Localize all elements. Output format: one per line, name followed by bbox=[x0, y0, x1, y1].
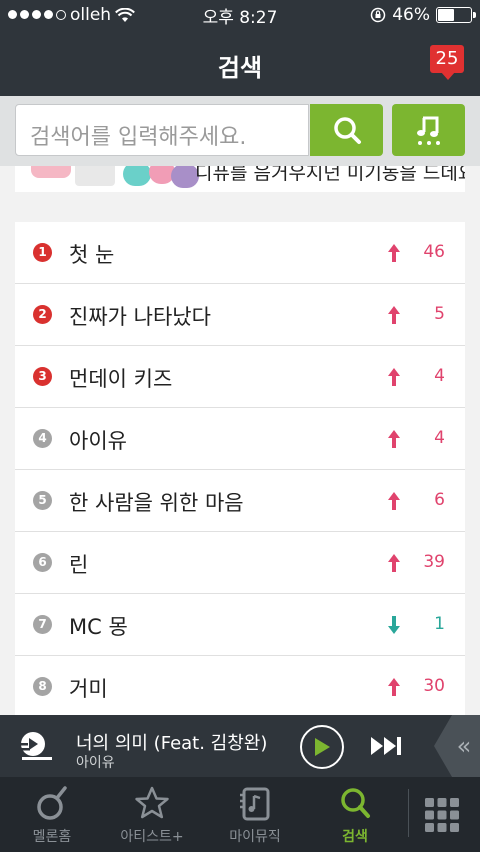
trend-up-icon bbox=[388, 492, 400, 510]
macaron-image bbox=[123, 166, 151, 186]
ranking-row[interactable]: 5 한 사람을 위한 마음 6 bbox=[15, 470, 465, 532]
play-button[interactable] bbox=[300, 725, 344, 769]
tab-artist-plus[interactable]: 아티스트+ bbox=[102, 777, 202, 852]
cake-image bbox=[31, 166, 71, 178]
tab-label: 아티스트+ bbox=[120, 829, 184, 845]
rank-badge: 6 bbox=[33, 553, 52, 572]
rank-change: 4 bbox=[434, 428, 445, 448]
tab-label: 마이뮤직 bbox=[229, 829, 281, 845]
rank-change: 4 bbox=[434, 366, 445, 386]
battery-area: 46% bbox=[370, 5, 476, 25]
playlist-icon[interactable] bbox=[18, 731, 52, 761]
battery-icon bbox=[436, 7, 476, 23]
mini-player[interactable]: 너의 의미 (Feat. 김창완) 아이유 « bbox=[0, 715, 480, 777]
rank-badge: 1 bbox=[33, 243, 52, 262]
search-input[interactable]: 검색어를 입력해주세요. bbox=[15, 104, 309, 156]
rank-badge: 4 bbox=[33, 429, 52, 448]
trend-up-icon bbox=[388, 244, 400, 262]
rotation-lock-icon bbox=[370, 7, 386, 23]
rank-change: 6 bbox=[434, 490, 445, 510]
tab-search[interactable]: 검색 bbox=[305, 777, 405, 852]
search-bar: 검색어를 입력해주세요. bbox=[0, 96, 480, 166]
app-header: 검색 25 bbox=[0, 30, 480, 96]
play-icon bbox=[315, 738, 330, 756]
search-icon bbox=[333, 117, 361, 144]
rank-change: 1 bbox=[434, 614, 445, 634]
keyword: 아이유 bbox=[69, 429, 127, 453]
search-ranking-list: 1 첫 눈 46 2 진짜가 나타났다 5 3 먼데이 키즈 4 4 아이유 4… bbox=[15, 222, 465, 718]
keyword: MC 몽 bbox=[69, 615, 128, 639]
notification-badge[interactable]: 25 bbox=[430, 45, 464, 80]
search-button[interactable] bbox=[310, 104, 383, 156]
rank-change: 30 bbox=[423, 676, 445, 696]
ranking-row[interactable]: 1 첫 눈 46 bbox=[15, 222, 465, 284]
rank-change: 46 bbox=[423, 242, 445, 262]
search-icon bbox=[341, 788, 370, 818]
keyword: 먼데이 키즈 bbox=[69, 367, 173, 391]
trend-up-icon bbox=[388, 678, 400, 696]
banner-text: 디퓨를 음거우지던 미기동을 드데요! bbox=[195, 166, 465, 184]
rank-badge: 8 bbox=[33, 677, 52, 696]
trend-up-icon bbox=[388, 368, 400, 386]
trend-up-icon bbox=[388, 306, 400, 324]
keyword: 첫 눈 bbox=[69, 243, 115, 267]
player-expand-handle[interactable]: « bbox=[434, 715, 480, 777]
keyword: 린 bbox=[69, 553, 89, 577]
ranking-row[interactable]: 7 MC 몽 1 bbox=[15, 594, 465, 656]
tab-melon-home[interactable]: 멜론홈 bbox=[2, 777, 102, 852]
rank-change: 39 bbox=[423, 552, 445, 572]
rank-badge: 2 bbox=[33, 305, 52, 324]
rank-change: 5 bbox=[434, 304, 445, 324]
tab-divider bbox=[408, 789, 409, 837]
music-search-icon bbox=[416, 116, 440, 145]
promo-banner[interactable]: 디퓨를 음거우지던 미기동을 드데요! bbox=[15, 166, 465, 192]
battery-percent: 46% bbox=[392, 5, 430, 25]
music-recognition-button[interactable] bbox=[392, 104, 465, 156]
ranking-row[interactable]: 6 린 39 bbox=[15, 532, 465, 594]
tab-label: 검색 bbox=[342, 829, 368, 845]
ranking-row[interactable]: 8 거미 30 bbox=[15, 656, 465, 718]
double-chevron-left-icon: « bbox=[456, 732, 472, 760]
trend-up-icon bbox=[388, 554, 400, 572]
ranking-row[interactable]: 4 아이유 4 bbox=[15, 408, 465, 470]
bottom-tab-bar: 멜론홈 아티스트+ 마이뮤직 검색 bbox=[0, 777, 480, 852]
status-bar: olleh 오후 8:27 46% bbox=[0, 0, 480, 30]
keyword: 진짜가 나타났다 bbox=[69, 305, 211, 329]
melon-home-icon bbox=[37, 786, 67, 820]
rank-badge: 5 bbox=[33, 491, 52, 510]
my-music-icon bbox=[240, 787, 270, 821]
ranking-row[interactable]: 2 진짜가 나타났다 5 bbox=[15, 284, 465, 346]
rank-badge: 3 bbox=[33, 367, 52, 386]
trend-down-icon bbox=[388, 616, 400, 634]
menu-grid-icon[interactable] bbox=[424, 797, 460, 833]
keyword: 한 사람을 위한 마음 bbox=[69, 491, 244, 515]
now-playing-artist: 아이유 bbox=[76, 755, 115, 771]
tab-my-music[interactable]: 마이뮤직 bbox=[205, 777, 305, 852]
next-track-icon[interactable] bbox=[370, 736, 404, 756]
gift-box-image bbox=[75, 166, 115, 186]
page-title: 검색 bbox=[217, 54, 263, 82]
keyword: 거미 bbox=[69, 677, 108, 701]
rank-badge: 7 bbox=[33, 615, 52, 634]
ranking-row[interactable]: 3 먼데이 키즈 4 bbox=[15, 346, 465, 408]
tab-label: 멜론홈 bbox=[32, 829, 72, 845]
trend-up-icon bbox=[388, 430, 400, 448]
star-icon bbox=[135, 786, 169, 819]
